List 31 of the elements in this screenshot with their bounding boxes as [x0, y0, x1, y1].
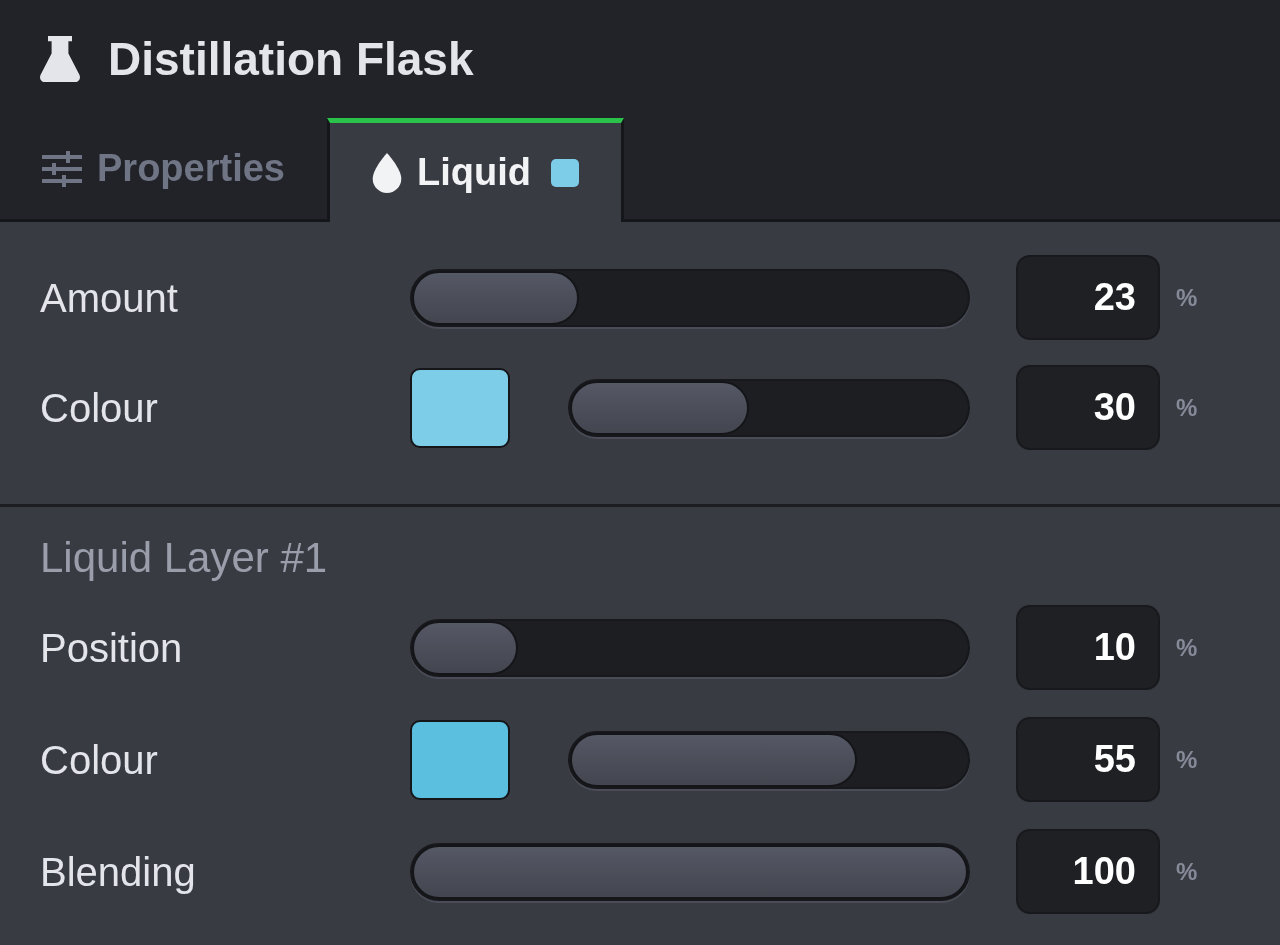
panel-title: Distillation Flask — [108, 36, 474, 82]
slider-track[interactable] — [410, 618, 970, 677]
number-field[interactable]: 30 — [1016, 365, 1160, 450]
slider-fill[interactable] — [412, 620, 518, 675]
row-label: Blending — [40, 851, 197, 892]
color-swatch[interactable] — [410, 367, 510, 448]
slider-fill[interactable] — [570, 380, 750, 435]
slider-fill[interactable] — [412, 270, 579, 325]
color-swatch[interactable] — [410, 719, 510, 800]
number-field[interactable]: 10 — [1016, 605, 1160, 690]
number-field[interactable]: 23 — [1016, 255, 1160, 340]
unit-label: % — [1176, 744, 1198, 775]
number-field[interactable]: 55 — [1016, 717, 1160, 802]
drop-icon — [371, 152, 402, 193]
row-label: Position — [40, 627, 184, 668]
row-label: Colour — [40, 387, 159, 428]
section-title: Liquid Layer #1 — [40, 535, 328, 581]
unit-label: % — [1176, 856, 1198, 887]
tab[interactable]: Liquid — [326, 118, 624, 222]
sliders-icon — [42, 150, 82, 187]
slider-track[interactable] — [410, 268, 970, 327]
flask-icon — [40, 36, 80, 82]
number-field[interactable]: 100 — [1016, 829, 1160, 914]
row-label: Amount — [40, 277, 179, 318]
slider-fill[interactable] — [570, 732, 857, 787]
unit-label: % — [1176, 632, 1198, 663]
slider-track[interactable] — [568, 378, 970, 437]
unit-label: % — [1176, 392, 1198, 423]
unit-label: % — [1176, 282, 1198, 313]
slider-track[interactable] — [568, 730, 970, 789]
row-label: Colour — [40, 739, 159, 780]
